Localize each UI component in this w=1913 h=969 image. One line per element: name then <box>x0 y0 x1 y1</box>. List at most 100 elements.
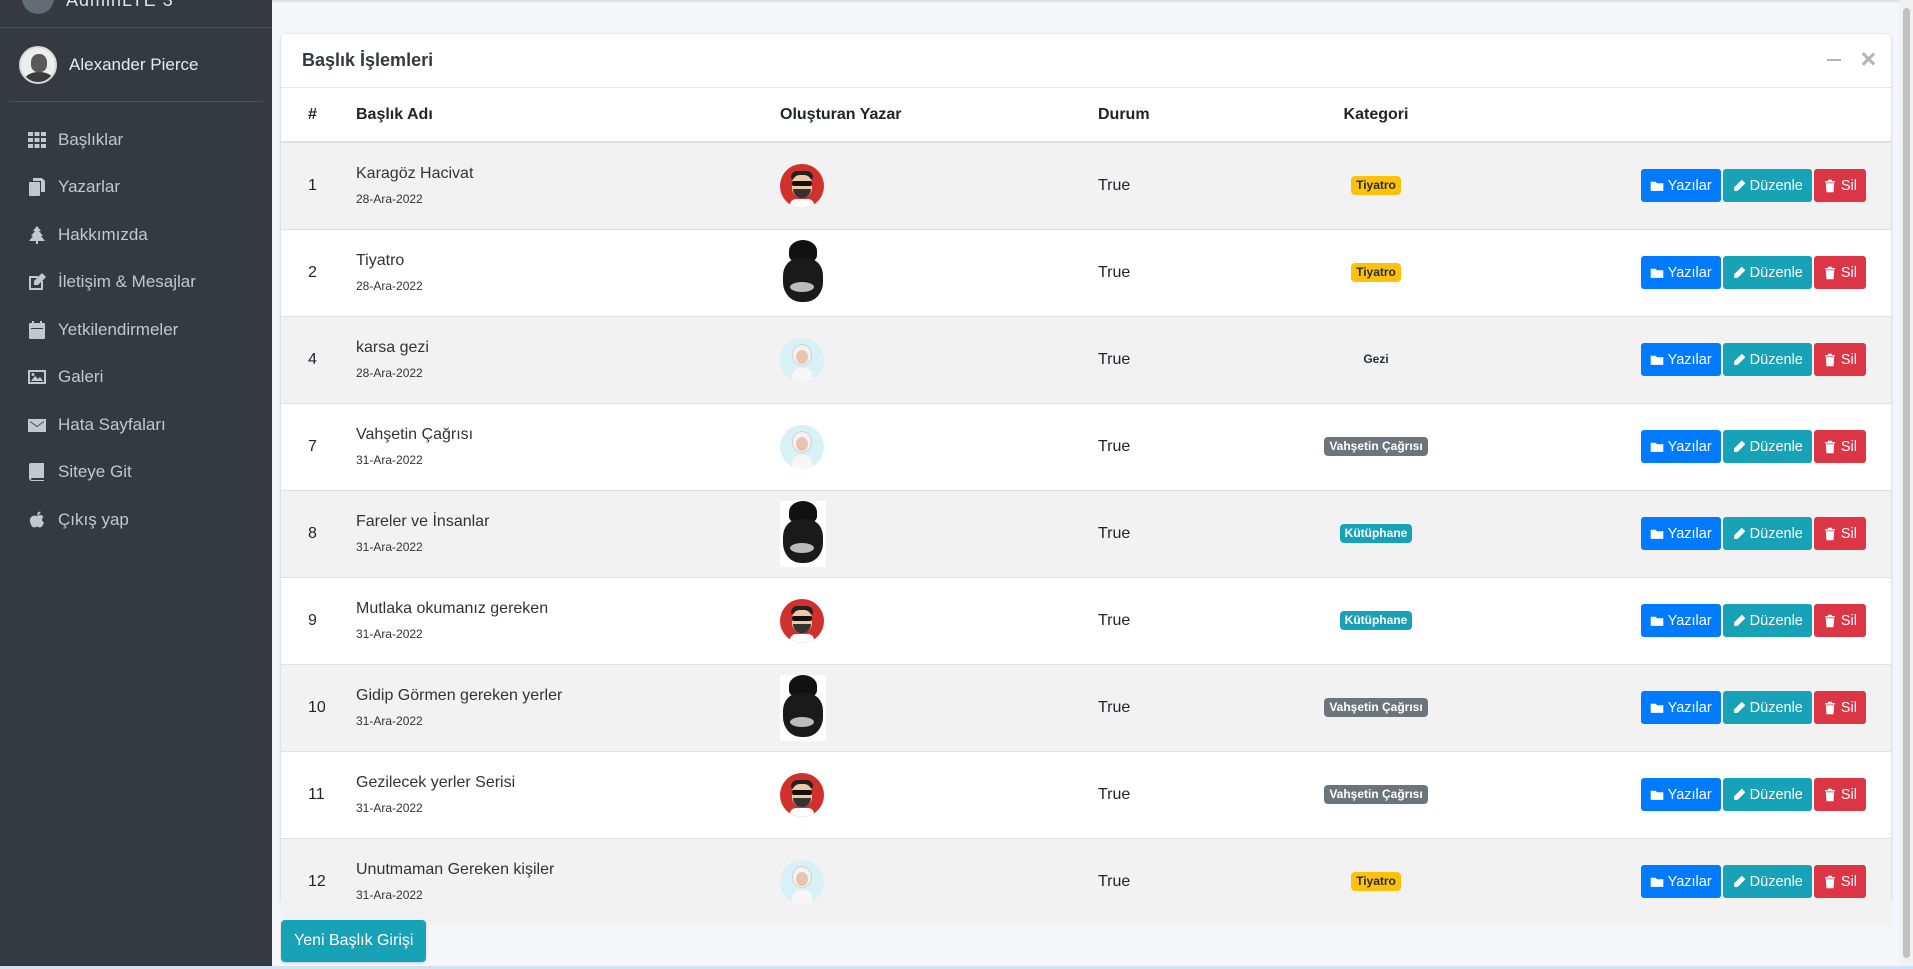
row-author-cell <box>780 664 1098 751</box>
edit-button[interactable]: Düzenle <box>1722 604 1812 637</box>
scrollbar[interactable] <box>1899 0 1913 969</box>
sidebar-item-iletisim[interactable]: İletişim & Mesajlar <box>0 259 272 307</box>
row-number: 8 <box>308 524 317 542</box>
row-title-cell: Unutmaman Gereken kişiler 31-Ara-2022 <box>356 838 780 925</box>
trash-icon <box>1824 701 1835 714</box>
brand-text: AdminLTE 3 <box>66 0 174 10</box>
card-header: Başlık İşlemleri <box>281 34 1891 88</box>
edit-button[interactable]: Düzenle <box>1722 430 1812 463</box>
posts-button[interactable]: Yazılar <box>1640 256 1721 289</box>
delete-button[interactable]: Sil <box>1813 430 1866 463</box>
user-name[interactable]: Alexander Pierce <box>69 55 198 75</box>
row-title: Unutmaman Gereken kişiler <box>356 861 555 879</box>
scrollbar-thumb[interactable] <box>1903 8 1910 958</box>
collapse-icon[interactable] <box>1827 52 1841 66</box>
row-number: 2 <box>308 263 317 281</box>
close-icon[interactable] <box>1861 52 1875 66</box>
posts-button[interactable]: Yazılar <box>1640 691 1721 724</box>
category-badge: Vahşetin Çağrısı <box>1324 436 1428 457</box>
sidebar-item-hata-sayfalari[interactable]: Hata Sayfaları <box>0 401 272 449</box>
pencil-icon <box>1733 614 1745 626</box>
pencil-icon <box>1733 527 1745 539</box>
posts-button-label: Yazılar <box>1667 699 1712 716</box>
author-avatar <box>780 500 826 567</box>
table-row: 11 Gezilecek yerler Serisi 31-Ara-2022 True… <box>281 751 1891 838</box>
edit-button[interactable]: Düzenle <box>1722 169 1812 203</box>
sidebar-item-cikis-yap[interactable]: Çıkış yap <box>0 496 272 544</box>
delete-button[interactable]: Sil <box>1813 691 1866 724</box>
delete-button[interactable]: Sil <box>1813 517 1866 550</box>
row-title: Gidip Görmen gereken yerler <box>356 687 563 704</box>
edit-button-label: Düzenle <box>1749 786 1803 803</box>
folder-icon <box>1650 268 1663 278</box>
delete-button[interactable]: Sil <box>1813 169 1866 203</box>
delete-button[interactable]: Sil <box>1813 343 1866 376</box>
sidebar-nav: Başlıklar Yazarlar Hakkımızda İletişim &… <box>0 102 272 544</box>
edit-button[interactable]: Düzenle <box>1722 256 1812 289</box>
posts-button[interactable]: Yazılar <box>1640 604 1721 637</box>
posts-button-label: Yazılar <box>1667 438 1712 455</box>
row-status: True <box>1098 872 1131 890</box>
posts-button[interactable]: Yazılar <box>1640 343 1721 376</box>
edit-button-label: Düzenle <box>1749 873 1803 890</box>
edit-button-label: Düzenle <box>1749 612 1803 629</box>
new-title-button[interactable]: Yeni Başlık Girişi <box>281 920 427 962</box>
row-date: 28-Ara-2022 <box>356 279 423 293</box>
edit-button[interactable]: Düzenle <box>1722 778 1812 811</box>
sidebar-item-galeri[interactable]: Galeri <box>0 354 272 402</box>
sidebar-item-hakkimizda[interactable]: Hakkımızda <box>0 211 272 259</box>
delete-button-label: Sil <box>1840 264 1857 281</box>
delete-button-label: Sil <box>1840 612 1857 629</box>
row-author-cell <box>780 142 1098 229</box>
row-number: 9 <box>308 611 317 629</box>
brand-link[interactable]: AdminLTE 3 <box>0 0 272 28</box>
delete-button[interactable]: Sil <box>1813 256 1866 289</box>
posts-button[interactable]: Yazılar <box>1640 778 1721 811</box>
row-title: Fareler ve İnsanlar <box>356 513 490 530</box>
row-actions: Yazılar Düzenle Sil <box>1456 142 1891 229</box>
posts-button[interactable]: Yazılar <box>1640 169 1721 203</box>
table-row: 7 Vahşetin Çağrısı 31-Ara-2022 True Vahşetin… <box>281 403 1891 490</box>
edit-button[interactable]: Düzenle <box>1722 343 1812 376</box>
delete-button-label: Sil <box>1840 177 1857 194</box>
pencil-icon <box>1733 266 1745 278</box>
row-actions: Yazılar Düzenle Sil <box>1456 838 1891 925</box>
trash-icon <box>1824 266 1835 279</box>
category-badge: Vahşetin Çağrısı <box>1324 784 1428 805</box>
delete-button[interactable]: Sil <box>1813 604 1866 637</box>
row-title-cell: Vahşetin Çağrısı 31-Ara-2022 <box>356 403 780 490</box>
sidebar-item-label: Siteye Git <box>58 462 132 482</box>
sidebar-item-basliklar[interactable]: Başlıklar <box>0 116 272 164</box>
sidebar-item-yetkilendirmeler[interactable]: Yetkilendirmeler <box>0 306 272 354</box>
delete-button-label: Sil <box>1840 786 1857 803</box>
user-panel[interactable]: Alexander Pierce <box>9 28 263 102</box>
posts-button-label: Yazılar <box>1667 177 1712 194</box>
edit-button[interactable]: Düzenle <box>1722 517 1812 550</box>
col-header-author: Oluşturan Yazar <box>780 88 1098 143</box>
posts-button[interactable]: Yazılar <box>1640 517 1721 550</box>
row-category-cell: Kütüphane <box>1296 577 1456 664</box>
folder-icon <box>1650 877 1663 887</box>
edit-button[interactable]: Düzenle <box>1722 691 1812 724</box>
posts-button[interactable]: Yazılar <box>1640 865 1721 899</box>
apple-icon <box>29 511 44 528</box>
sidebar-item-siteye-git[interactable]: Siteye Git <box>0 449 272 497</box>
delete-button[interactable]: Sil <box>1813 778 1866 811</box>
trash-icon <box>1824 179 1835 193</box>
sidebar-item-yazarlar[interactable]: Yazarlar <box>0 164 272 212</box>
row-status: True <box>1098 263 1131 281</box>
posts-button[interactable]: Yazılar <box>1640 430 1721 463</box>
row-author-cell <box>780 316 1098 403</box>
pencil-icon <box>1733 701 1745 713</box>
row-number: 11 <box>308 785 325 803</box>
category-badge: Vahşetin Çağrısı <box>1324 697 1428 718</box>
row-title: Gezilecek yerler Serisi <box>356 774 516 791</box>
table-header-row: # Başlık Adı Oluşturan Yazar Durum Kateg… <box>281 88 1891 143</box>
sidebar-item-label: Başlıklar <box>58 129 124 149</box>
row-title: karsa gezi <box>356 339 429 356</box>
delete-button[interactable]: Sil <box>1813 865 1866 899</box>
row-title-cell: Gidip Görmen gereken yerler 31-Ara-2022 <box>356 664 780 751</box>
row-date: 28-Ara-2022 <box>356 192 423 207</box>
pencil-icon <box>1733 179 1745 191</box>
edit-button[interactable]: Düzenle <box>1722 865 1812 899</box>
